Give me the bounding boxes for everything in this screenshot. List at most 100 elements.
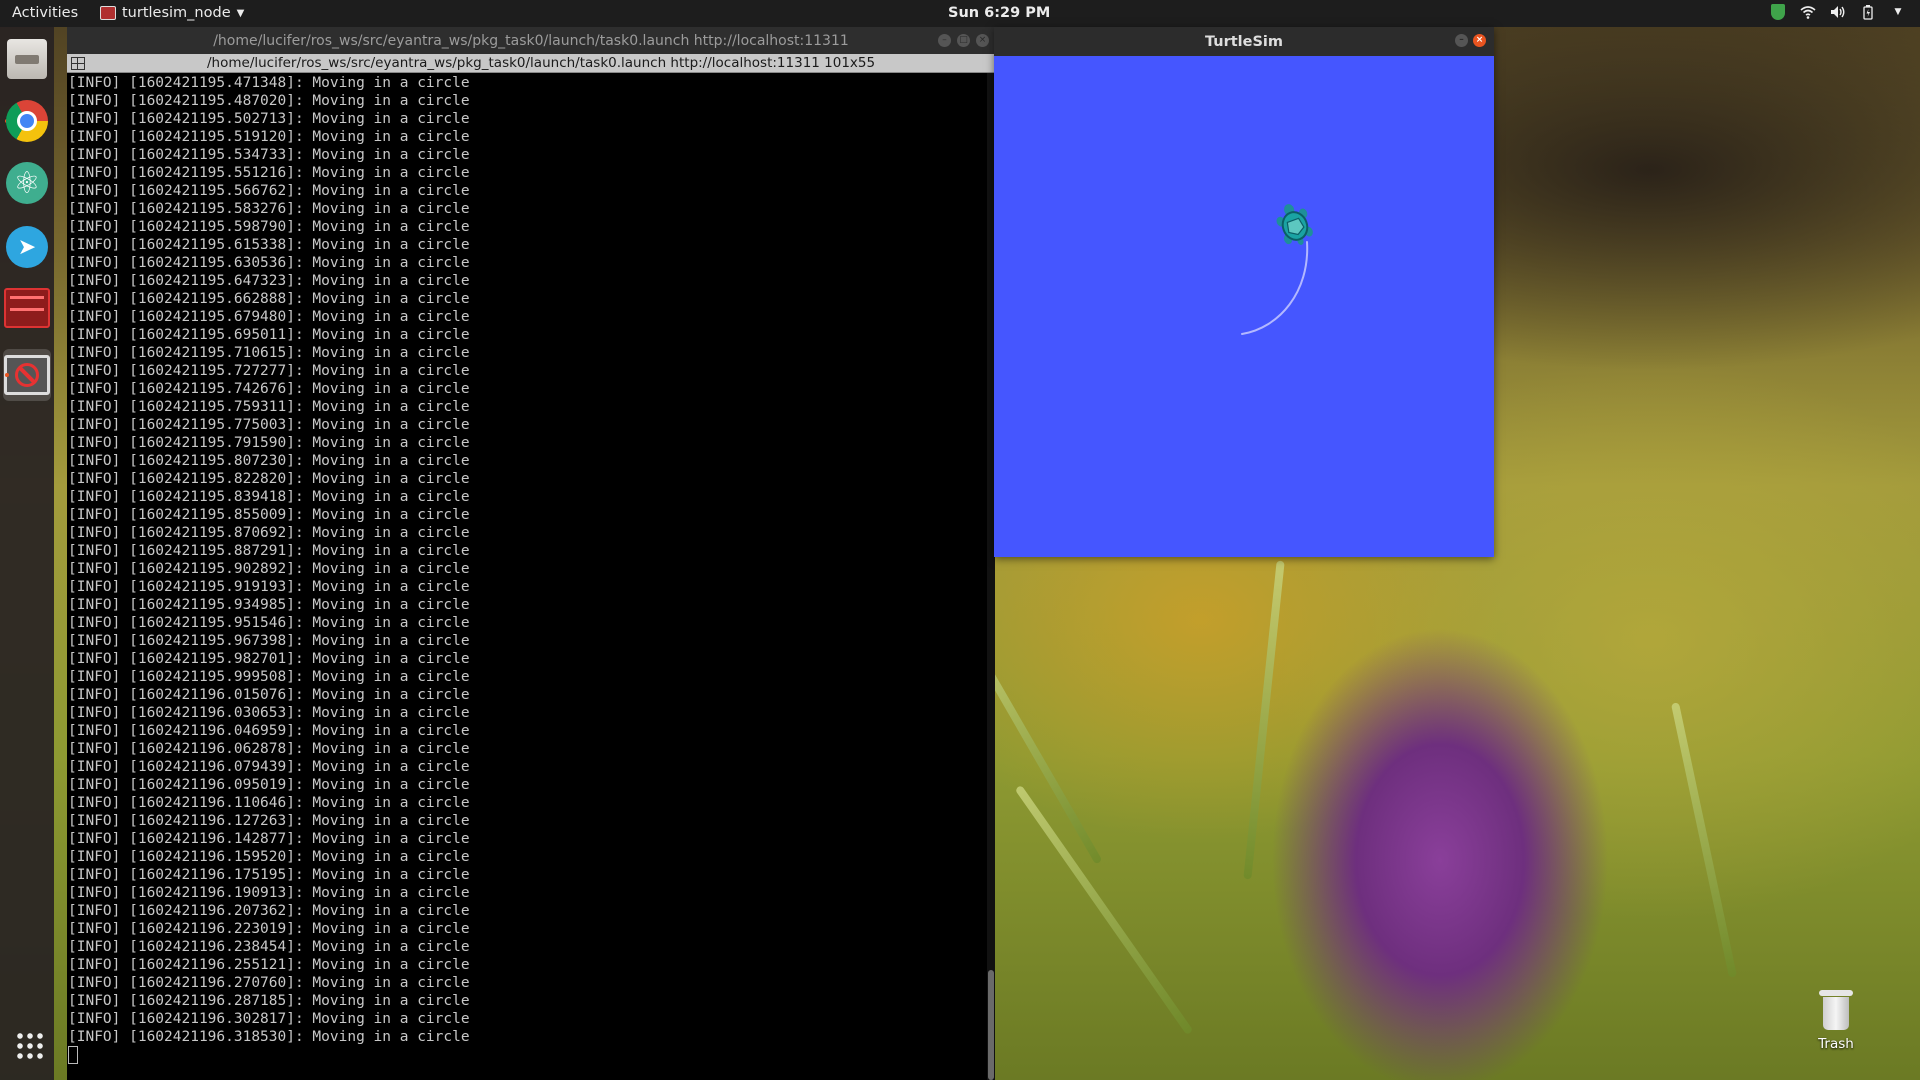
dock-item-telegram[interactable]: ➤	[3, 221, 51, 273]
terminal-log-line: [INFO] [1602421195.727277]: Moving in a …	[68, 363, 470, 379]
terminal-log-line: [INFO] [1602421196.302817]: Moving in a …	[68, 1011, 470, 1027]
grass-blade	[1014, 784, 1194, 1036]
terminal-titlebar[interactable]: /home/lucifer/ros_ws/src/eyantra_ws/pkg_…	[67, 27, 995, 54]
terminal-prompt-line[interactable]	[68, 1046, 978, 1066]
minimize-button[interactable]: –	[938, 34, 951, 47]
terminal-log-line: [INFO] [1602421195.630536]: Moving in a …	[68, 255, 470, 271]
turtlesim-titlebar[interactable]: TurtleSim – ×	[994, 27, 1494, 56]
terminal-log-line: [INFO] [1602421196.127263]: Moving in a …	[68, 813, 470, 829]
trash-icon	[1819, 990, 1853, 1030]
dock-item-terminal[interactable]	[3, 282, 51, 334]
terminal-log-line: [INFO] [1602421195.919193]: Moving in a …	[68, 579, 470, 595]
terminal-log-line: [INFO] [1602421195.487020]: Moving in a …	[68, 93, 470, 109]
terminal-log-line: [INFO] [1602421196.175195]: Moving in a …	[68, 867, 470, 883]
turtlesim-canvas	[994, 56, 1494, 557]
terminal-log-line: [INFO] [1602421195.710615]: Moving in a …	[68, 345, 470, 361]
wifi-icon[interactable]	[1800, 4, 1816, 20]
show-applications-icon[interactable]	[15, 1031, 43, 1059]
terminal-cursor	[68, 1046, 78, 1064]
terminal-log-line: [INFO] [1602421195.870692]: Moving in a …	[68, 525, 470, 541]
terminal-log-line: [INFO] [1602421196.110646]: Moving in a …	[68, 795, 470, 811]
chevron-down-icon[interactable]: ▼	[1890, 4, 1906, 20]
terminal-log-line: [INFO] [1602421196.062878]: Moving in a …	[68, 741, 470, 757]
turtlesim-window: TurtleSim – ×	[994, 27, 1494, 557]
terminal-log-line: [INFO] [1602421196.159520]: Moving in a …	[68, 849, 470, 865]
terminal-log-line: [INFO] [1602421195.583276]: Moving in a …	[68, 201, 470, 217]
trash-desktop-icon[interactable]: Trash	[1806, 990, 1866, 1052]
terminal-log-line: [INFO] [1602421196.046959]: Moving in a …	[68, 723, 470, 739]
turtlesim-app-icon	[100, 6, 116, 20]
turtle-trail	[1241, 241, 1309, 335]
telegram-icon: ➤	[6, 226, 48, 268]
terminal-log-line: [INFO] [1602421195.855009]: Moving in a …	[68, 507, 470, 523]
terminal-log-line: [INFO] [1602421196.270760]: Moving in a …	[68, 975, 470, 991]
terminal-log-line: [INFO] [1602421196.079439]: Moving in a …	[68, 759, 470, 775]
shield-update-icon[interactable]	[1770, 4, 1786, 20]
clock[interactable]: Sun 6:29 PM	[948, 5, 1050, 21]
app-menu-label: turtlesim_node	[122, 5, 231, 21]
terminal-output[interactable]: [INFO] [1602421195.471348]: Moving in a …	[68, 74, 978, 1066]
system-tray[interactable]: ▼	[1770, 4, 1906, 20]
terminal-log-line: [INFO] [1602421195.822820]: Moving in a …	[68, 471, 470, 487]
terminal-log-line: [INFO] [1602421196.318530]: Moving in a …	[68, 1029, 470, 1045]
terminal-log-line: [INFO] [1602421195.934985]: Moving in a …	[68, 597, 470, 613]
terminal-log-line: [INFO] [1602421196.207362]: Moving in a …	[68, 903, 470, 919]
terminal-log-line: [INFO] [1602421195.742676]: Moving in a …	[68, 381, 470, 397]
top-bar: Activities turtlesim_node ▼ Sun 6:29 PM …	[0, 0, 1920, 27]
terminal-log-line: [INFO] [1602421195.647323]: Moving in a …	[68, 273, 470, 289]
window-controls: – ×	[1455, 34, 1486, 47]
terminal-log-line: [INFO] [1602421195.999508]: Moving in a …	[68, 669, 470, 685]
terminal-log-line: [INFO] [1602421195.967398]: Moving in a …	[68, 633, 470, 649]
terminal-log-line: [INFO] [1602421195.759311]: Moving in a …	[68, 399, 470, 415]
terminal-log-line: [INFO] [1602421196.095019]: Moving in a …	[68, 777, 470, 793]
scrollbar-thumb[interactable]	[988, 970, 994, 1080]
terminal-tab-bar[interactable]: /home/lucifer/ros_ws/src/eyantra_ws/pkg_…	[67, 54, 995, 73]
dock-item-chrome[interactable]	[3, 95, 51, 147]
terminal-log-line: [INFO] [1602421196.142877]: Moving in a …	[68, 831, 470, 847]
running-indicator	[5, 373, 9, 377]
dock-item-atom[interactable]: ⚛	[3, 157, 51, 209]
terminal-log-line: [INFO] [1602421195.615338]: Moving in a …	[68, 237, 470, 253]
caret-down-icon: ▼	[236, 7, 245, 19]
volume-icon[interactable]	[1830, 4, 1846, 20]
terminal-log-line: [INFO] [1602421196.190913]: Moving in a …	[68, 885, 470, 901]
terminal-window: /home/lucifer/ros_ws/src/eyantra_ws/pkg_…	[67, 27, 995, 1080]
close-button[interactable]: ×	[976, 34, 989, 47]
terminal-log-line: [INFO] [1602421195.534733]: Moving in a …	[68, 147, 470, 163]
no-entry-icon	[4, 355, 50, 395]
maximize-button[interactable]: □	[957, 34, 970, 47]
terminal-log-line: [INFO] [1602421195.566762]: Moving in a …	[68, 183, 470, 199]
terminal-log-line: [INFO] [1602421195.695011]: Moving in a …	[68, 327, 470, 343]
terminal-log-line: [INFO] [1602421195.551216]: Moving in a …	[68, 165, 470, 181]
tab-grid-icon[interactable]	[71, 57, 85, 70]
close-button[interactable]: ×	[1473, 34, 1486, 47]
dock-item-turtlesim[interactable]	[3, 349, 51, 401]
terminal-log-line: [INFO] [1602421195.791590]: Moving in a …	[68, 435, 470, 451]
minimize-button[interactable]: –	[1455, 34, 1468, 47]
terminal-log-line: [INFO] [1602421195.807230]: Moving in a …	[68, 453, 470, 469]
terminal-log-line: [INFO] [1602421196.015076]: Moving in a …	[68, 687, 470, 703]
terminal-log-line: [INFO] [1602421195.679480]: Moving in a …	[68, 309, 470, 325]
battery-icon[interactable]	[1860, 4, 1876, 20]
terminal-log-line: [INFO] [1602421195.839418]: Moving in a …	[68, 489, 470, 505]
trash-label: Trash	[1818, 1036, 1854, 1052]
terminal-icon	[4, 288, 50, 328]
dock-item-files[interactable]	[3, 33, 51, 85]
terminal-log-line: [INFO] [1602421195.982701]: Moving in a …	[68, 651, 470, 667]
terminal-log-line: [INFO] [1602421195.662888]: Moving in a …	[68, 291, 470, 307]
terminal-log-line: [INFO] [1602421196.223019]: Moving in a …	[68, 921, 470, 937]
terminal-log-line: [INFO] [1602421195.502713]: Moving in a …	[68, 111, 470, 127]
terminal-log-line: [INFO] [1602421195.471348]: Moving in a …	[68, 75, 470, 91]
terminal-log-line: [INFO] [1602421195.951546]: Moving in a …	[68, 615, 470, 631]
turtlesim-drawing	[1241, 204, 1313, 335]
terminal-log-line: [INFO] [1602421195.519120]: Moving in a …	[68, 129, 470, 145]
terminal-tab-title: /home/lucifer/ros_ws/src/eyantra_ws/pkg_…	[207, 55, 876, 71]
terminal-log-line: [INFO] [1602421196.030653]: Moving in a …	[68, 705, 470, 721]
terminal-log-line: [INFO] [1602421195.598790]: Moving in a …	[68, 219, 470, 235]
terminal-window-title: /home/lucifer/ros_ws/src/eyantra_ws/pkg_…	[213, 32, 849, 49]
terminal-log-line: [INFO] [1602421195.887291]: Moving in a …	[68, 543, 470, 559]
app-menu[interactable]: turtlesim_node ▼	[100, 5, 244, 21]
activities-button[interactable]: Activities	[12, 5, 78, 21]
files-icon	[7, 39, 47, 79]
turtle-icon	[1276, 204, 1313, 245]
